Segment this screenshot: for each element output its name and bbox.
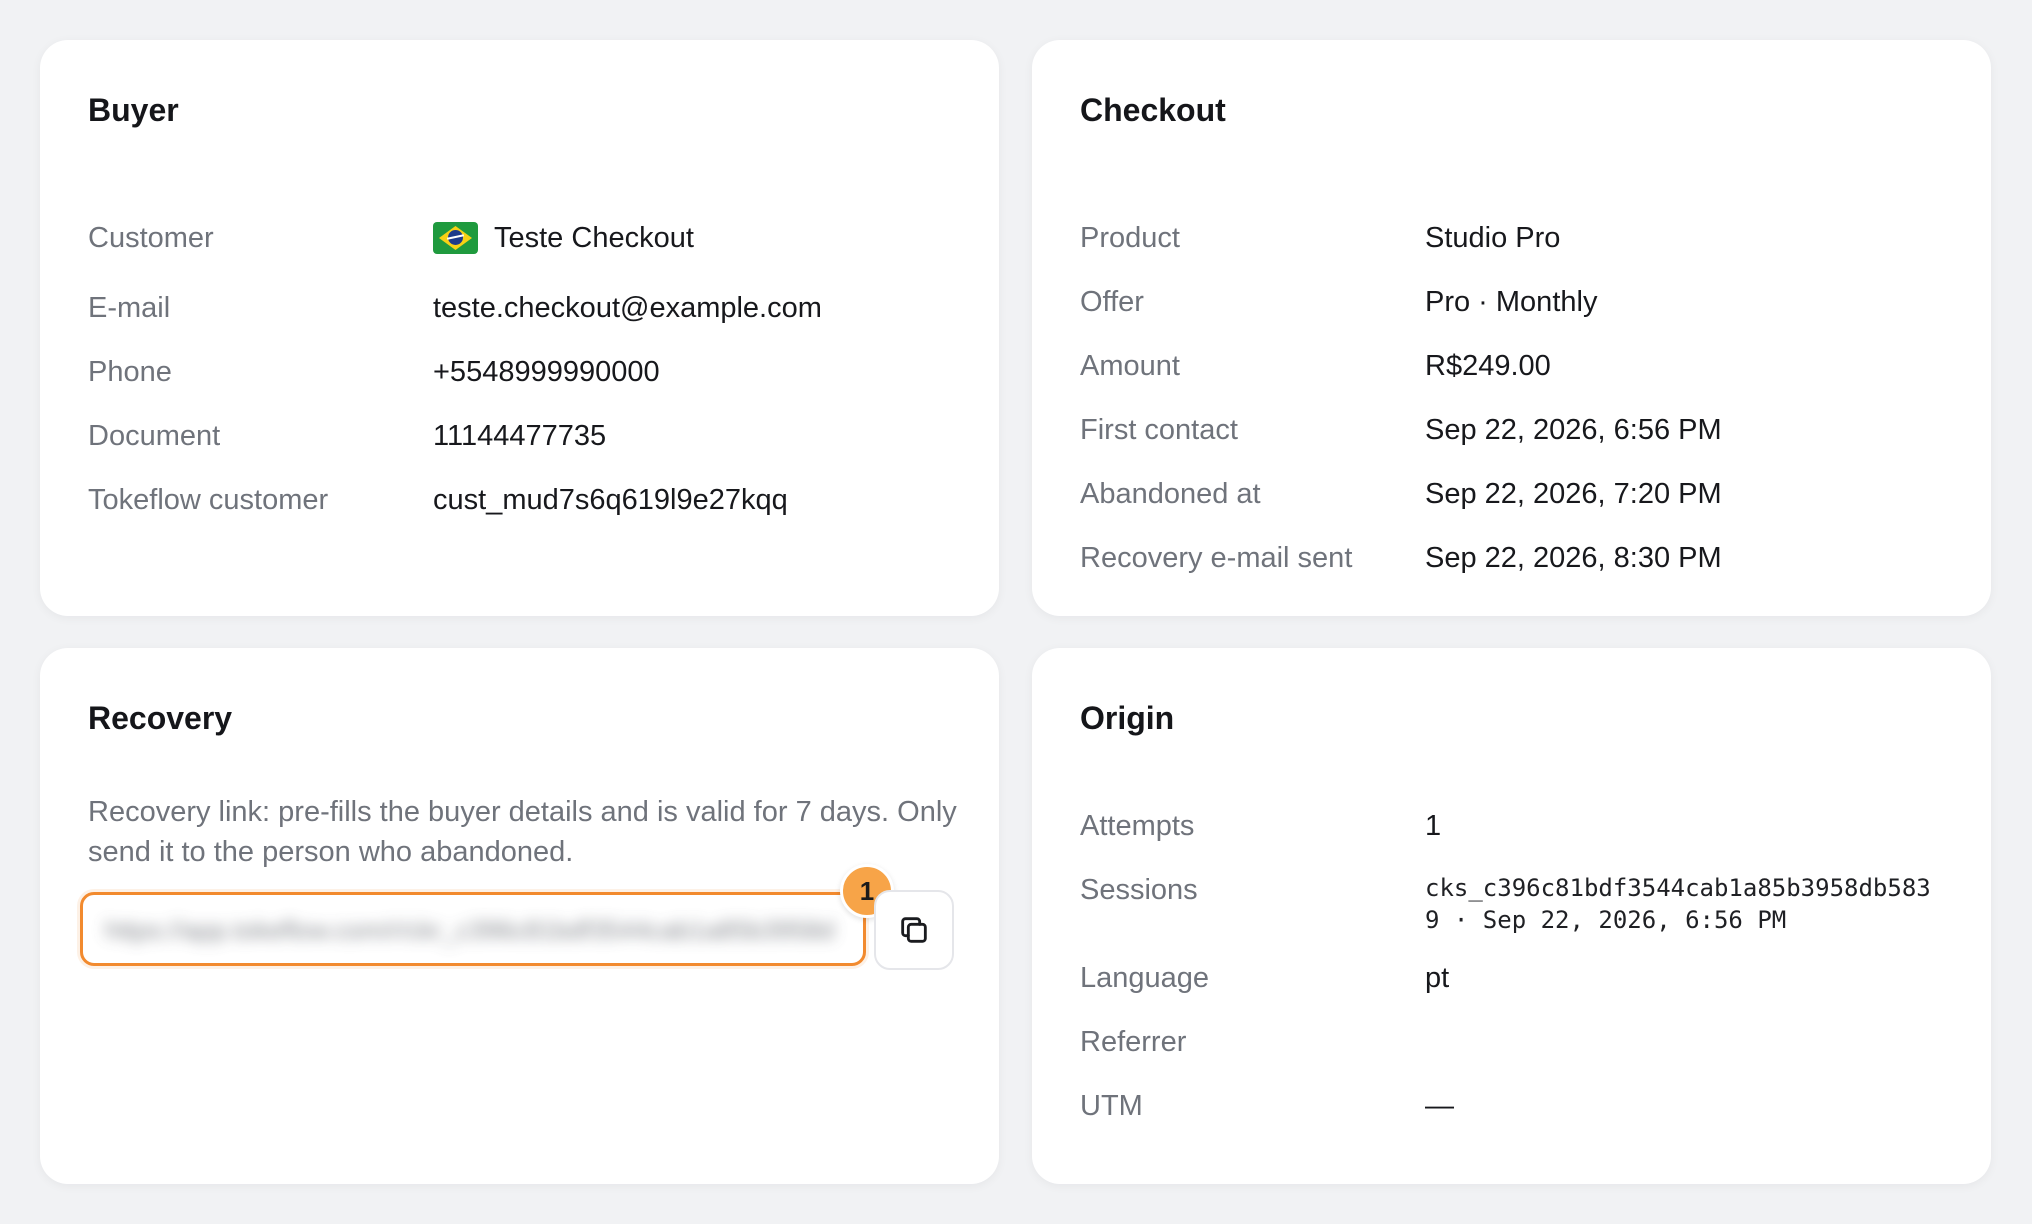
origin-title: Origin [1080, 700, 1175, 736]
row-label: Amount [1080, 350, 1180, 382]
origin-row-referrer: Referrer [1080, 1024, 1951, 1060]
row-label: Sessions [1080, 874, 1198, 906]
row-value: Sep 22, 2026, 8:30 PM [1425, 542, 1722, 574]
buyer-row-phone: Phone +5548999990000 [88, 354, 959, 390]
checkout-row-abandoned-at: Abandoned at Sep 22, 2026, 7:20 PM [1080, 476, 1951, 512]
row-value: Studio Pro [1425, 222, 1561, 254]
origin-row-utm: UTM — [1080, 1088, 1951, 1124]
brazil-flag-icon [433, 222, 478, 254]
origin-row-attempts: Attempts 1 [1080, 808, 1951, 844]
buyer-row-customer: Customer Teste Checkout [88, 220, 959, 256]
origin-row-sessions: Sessions cks_c396c81bdf3544cab1a85b3958d… [1080, 872, 1951, 936]
buyer-row-tokeflow-customer: Tokeflow customer cust_mud7s6q619l9e27kq… [88, 482, 959, 518]
origin-row-language: Language pt [1080, 960, 1951, 996]
recovery-card: Recovery Recovery link: pre-fills the bu… [40, 648, 999, 1184]
copy-icon [901, 917, 927, 943]
recovery-description: Recovery link: pre-fills the buyer detai… [88, 796, 957, 868]
row-label: Customer [88, 222, 214, 254]
buyer-card: Buyer Customer Teste Checkout E-mail tes… [40, 40, 999, 616]
row-label: Abandoned at [1080, 478, 1261, 510]
session-value: cks_c396c81bdf3544cab1a85b3958db583 9 · … [1425, 874, 1931, 934]
buyer-row-email: E-mail teste.checkout@example.com [88, 290, 959, 326]
checkout-card: Checkout Product Studio Pro Offer Pro · … [1032, 40, 1991, 616]
row-value: Sep 22, 2026, 7:20 PM [1425, 478, 1722, 510]
row-label: Document [88, 420, 221, 452]
row-value: 1 [1425, 810, 1442, 842]
row-label: E-mail [88, 292, 171, 324]
row-label: Tokeflow customer [88, 484, 329, 516]
row-label: Product [1080, 222, 1180, 254]
row-value: teste.checkout@example.com [433, 292, 822, 324]
row-label: Referrer [1080, 1026, 1187, 1058]
row-label: Language [1080, 962, 1210, 994]
buyer-row-document: Document 11144477735 [88, 418, 959, 454]
checkout-title: Checkout [1080, 92, 1226, 128]
row-value: Teste Checkout [433, 220, 694, 256]
row-label: Recovery e-mail sent [1080, 542, 1353, 574]
recovery-link-field[interactable]: https://app.tokeflow.com/r/ckr_c396c81bd… [80, 892, 866, 966]
buyer-title: Buyer [88, 92, 179, 128]
recovery-title: Recovery [88, 700, 233, 736]
customer-name: Teste Checkout [494, 222, 694, 254]
checkout-row-amount: Amount R$249.00 [1080, 348, 1951, 384]
row-value: R$249.00 [1425, 350, 1551, 382]
row-label: Attempts [1080, 810, 1195, 842]
copy-link-button[interactable] [874, 890, 954, 970]
row-value: — [1425, 1090, 1454, 1122]
row-label: UTM [1080, 1090, 1143, 1122]
row-value: Pro · Monthly [1425, 286, 1598, 318]
row-value: 11144477735 [433, 420, 607, 452]
recovery-link-value: https://app.tokeflow.com/r/ckr_c396c81bd… [105, 915, 833, 945]
origin-card: Origin Attempts 1 Sessions cks_c396c81bd… [1032, 648, 1991, 1184]
row-label: First contact [1080, 414, 1238, 446]
row-value: cust_mud7s6q619l9e27kqq [433, 484, 788, 516]
row-value: +5548999990000 [433, 356, 660, 388]
row-label: Phone [88, 356, 172, 388]
row-value: Sep 22, 2026, 6:56 PM [1425, 414, 1722, 446]
checkout-row-recovery-email-sent: Recovery e-mail sent Sep 22, 2026, 8:30 … [1080, 540, 1951, 576]
checkout-row-product: Product Studio Pro [1080, 220, 1951, 256]
checkout-row-first-contact: First contact Sep 22, 2026, 6:56 PM [1080, 412, 1951, 448]
row-value: pt [1425, 962, 1450, 994]
row-label: Offer [1080, 286, 1144, 318]
checkout-row-offer: Offer Pro · Monthly [1080, 284, 1951, 320]
